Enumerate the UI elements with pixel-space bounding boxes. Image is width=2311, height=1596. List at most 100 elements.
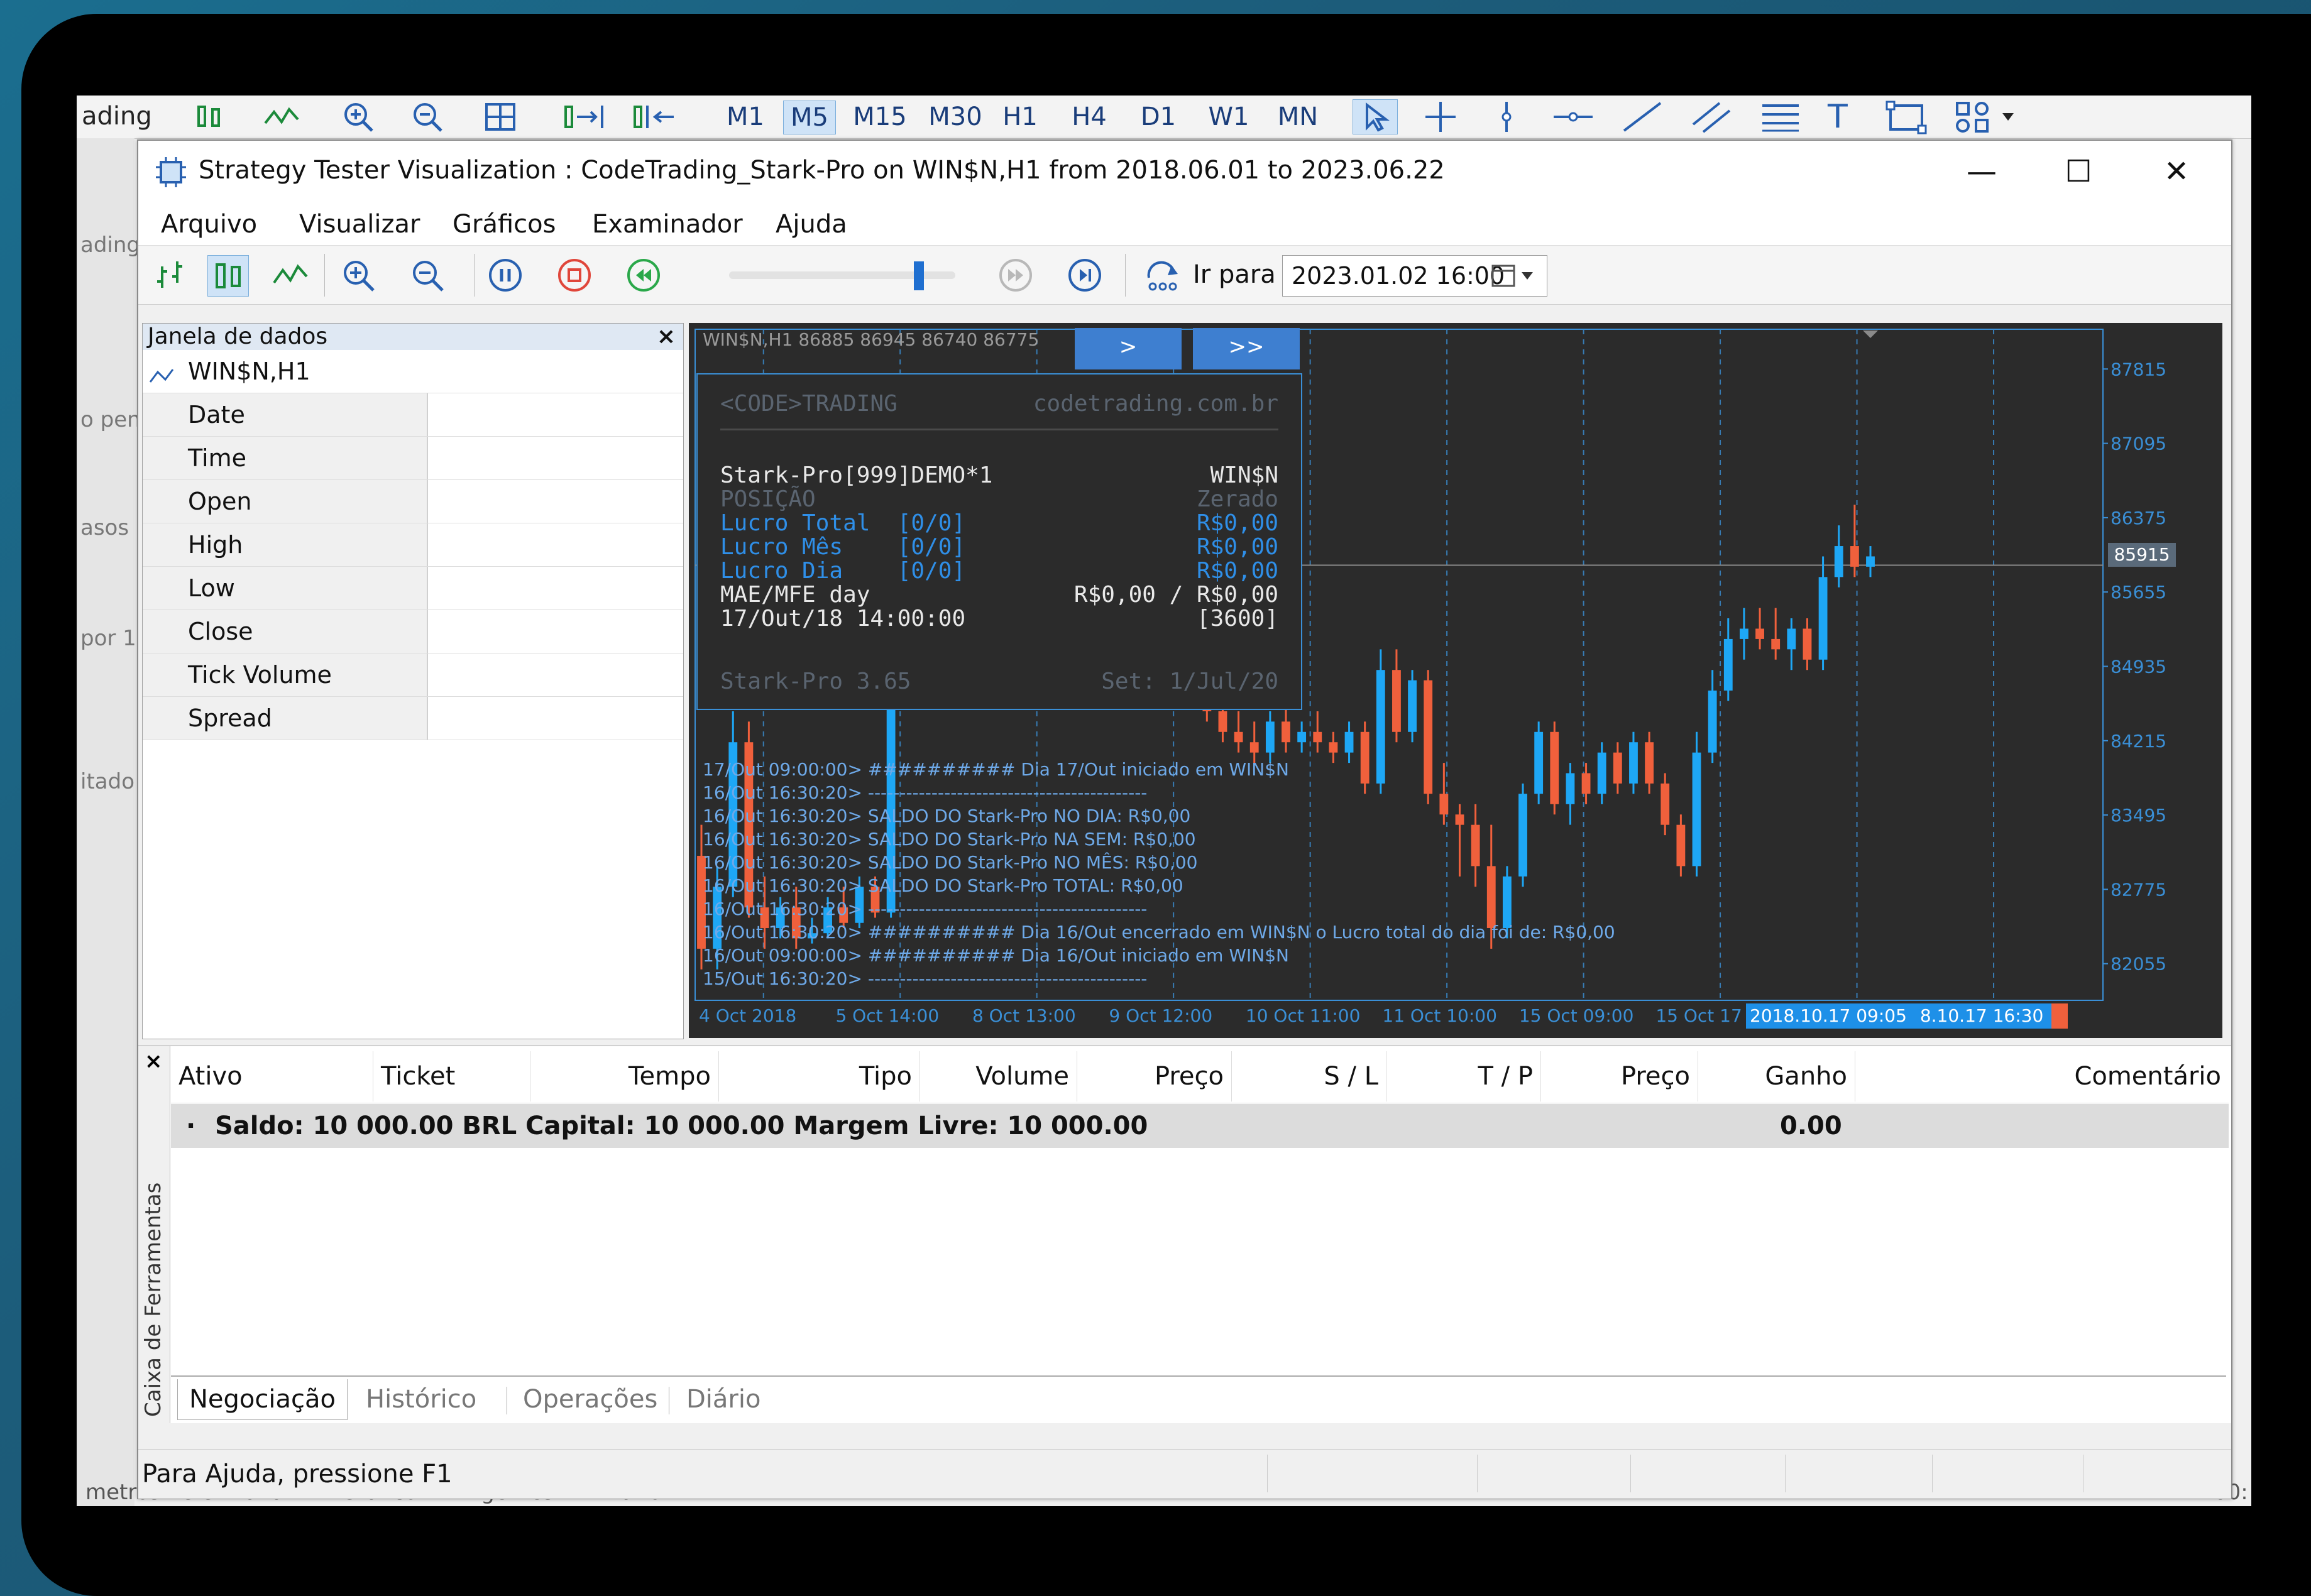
ea-panel-line-value: [3600]: [1196, 606, 1278, 631]
tab-historico[interactable]: Histórico: [366, 1379, 476, 1419]
tab-operacoes[interactable]: Operações: [523, 1379, 657, 1419]
ea-log-line: 15/Out 16:30:20> -----------------------…: [703, 968, 1148, 989]
data-window-title: Janela de dados: [148, 324, 328, 349]
data-window-close-button[interactable]: ×: [657, 324, 676, 350]
col-preco-atual[interactable]: Preço: [1541, 1051, 1698, 1101]
trendline-icon[interactable]: [1620, 99, 1664, 141]
menu-graficos[interactable]: Gráficos: [453, 210, 556, 239]
vertical-line-icon[interactable]: [1491, 99, 1522, 141]
data-window-row: Time: [143, 437, 683, 480]
calendar-dropdown-icon[interactable]: [1490, 263, 1540, 291]
horizontal-line-icon[interactable]: [1551, 99, 1595, 141]
grid-icon[interactable]: [483, 101, 518, 139]
candles-icon[interactable]: [207, 255, 249, 297]
menu-examinador[interactable]: Examinador: [592, 210, 743, 239]
maximize-button[interactable]: ☐: [2050, 150, 2107, 194]
candle-body: [1329, 742, 1338, 753]
date-tick-label: 4 Oct 2018: [699, 1005, 796, 1026]
step-forward-icon[interactable]: [1065, 255, 1105, 295]
col-sl[interactable]: S / L: [1232, 1051, 1386, 1101]
timeframe-mn[interactable]: MN: [1271, 101, 1325, 133]
rewind-icon[interactable]: [623, 255, 664, 295]
chart-next-button[interactable]: >: [1075, 328, 1182, 369]
col-tempo[interactable]: Tempo: [530, 1051, 719, 1101]
zoom-out-icon[interactable]: [407, 255, 447, 295]
timeframe-h4[interactable]: H4: [1067, 101, 1111, 133]
zoom-in-icon[interactable]: [341, 101, 376, 139]
status-text: Para Ajuda, pressione F1: [142, 1460, 453, 1489]
background-left-label: por 1: [80, 626, 136, 651]
minimize-button[interactable]: —: [1953, 150, 2010, 194]
speed-slider-thumb[interactable]: [914, 261, 925, 290]
ea-panel-line-label: MAE/MFE day: [720, 582, 870, 608]
timeframe-w1[interactable]: W1: [1205, 101, 1252, 133]
text-tool-icon[interactable]: T: [1828, 98, 1848, 136]
timeframe-m5[interactable]: M5: [783, 101, 836, 134]
candles-icon[interactable]: [194, 103, 225, 137]
crosshair-date-marker: [2051, 1003, 2068, 1029]
date-tick-label: 8 Oct 13:00: [972, 1005, 1076, 1026]
menu-visualizar[interactable]: Visualizar: [299, 210, 420, 239]
toolbar-separator: [474, 254, 475, 297]
crosshair-icon[interactable]: [1422, 99, 1459, 141]
ea-panel-line: 17/Out/18 14:00:00 [3600]: [720, 607, 1278, 631]
pause-icon[interactable]: [485, 255, 525, 295]
data-window-row-label: Open: [143, 480, 428, 523]
goto-date-field[interactable]: 2023.01.02 16:00: [1282, 255, 1547, 297]
window-titlebar[interactable]: Strategy Tester Visualization : CodeTrad…: [138, 141, 2231, 204]
ea-log-line: 16/Out 16:30:20> SALDO DO Stark-Pro TOTA…: [703, 875, 1183, 896]
close-button[interactable]: ✕: [2148, 150, 2205, 194]
line-chart-icon[interactable]: [263, 103, 300, 137]
menu-ajuda[interactable]: Ajuda: [776, 210, 847, 239]
col-tipo[interactable]: Tipo: [719, 1051, 920, 1101]
toolbox-close-button[interactable]: ×: [145, 1049, 163, 1074]
background-left-label: ading: [80, 232, 140, 258]
tab-negociacao[interactable]: Negociação: [177, 1379, 348, 1420]
toolbar-separator: [324, 254, 325, 297]
chart-shift-icon[interactable]: [630, 101, 680, 139]
zoom-out-icon[interactable]: [410, 101, 445, 139]
channel-icon[interactable]: [1689, 99, 1733, 141]
col-preco[interactable]: Preço: [1077, 1051, 1232, 1101]
status-divider: [1477, 1455, 1478, 1492]
toolbox-tabs: Negociação Histórico Operações Diário: [171, 1375, 2226, 1424]
fibonacci-icon[interactable]: [1759, 99, 1803, 141]
timeframe-d1[interactable]: D1: [1136, 101, 1180, 133]
chart-fast-next-button[interactable]: >>: [1193, 328, 1300, 369]
col-volume[interactable]: Volume: [920, 1051, 1077, 1101]
timeframe-m1[interactable]: M1: [720, 101, 771, 133]
tab-diario[interactable]: Diário: [686, 1379, 760, 1419]
data-window-row-label: Low: [143, 567, 428, 609]
balance-row[interactable]: · Saldo: 10 000.00 BRL Capital: 10 000.0…: [171, 1104, 2229, 1148]
stop-icon[interactable]: [554, 255, 595, 295]
col-comentario[interactable]: Comentário: [1855, 1051, 2229, 1101]
col-ativo[interactable]: Ativo: [171, 1051, 373, 1101]
ea-panel-line: POSIÇÃO Zerado: [720, 488, 1278, 511]
bar-chart-icon[interactable]: [151, 255, 191, 295]
menu-arquivo[interactable]: Arquivo: [161, 210, 257, 239]
cursor-tool-icon[interactable]: [1353, 99, 1398, 134]
timeframe-m15[interactable]: M15: [850, 101, 910, 133]
goto-icon[interactable]: [1141, 255, 1182, 295]
line-chart-icon[interactable]: [270, 255, 310, 295]
balance-text: Saldo: 10 000.00 BRL Capital: 10 000.00 …: [215, 1112, 1148, 1140]
price-tick-label: 82055: [2111, 954, 2166, 975]
autoscroll-icon[interactable]: [561, 101, 611, 139]
col-tp[interactable]: T / P: [1386, 1051, 1541, 1101]
ea-brand-left: <CODE>TRADING: [720, 391, 898, 417]
ea-panel-line-value: WIN$N: [1210, 462, 1278, 488]
timeframe-h1[interactable]: H1: [998, 101, 1042, 133]
zoom-in-icon[interactable]: [338, 255, 378, 295]
ea-panel-line-label: POSIÇÃO: [720, 486, 816, 512]
rectangle-tool-icon[interactable]: [1884, 99, 1928, 141]
price-chart[interactable]: 87815 87095 86375 85655 84935 84215 83495 82775…: [689, 323, 2222, 1038]
price-tick-label: 84215: [2111, 731, 2166, 752]
col-ticket[interactable]: Ticket: [373, 1051, 530, 1101]
data-window-row: High: [143, 523, 683, 567]
shapes-menu-icon[interactable]: [1953, 99, 2023, 141]
fast-forward-icon[interactable]: [996, 255, 1036, 295]
col-ganho[interactable]: Ganho: [1698, 1051, 1855, 1101]
data-window-row: Close: [143, 610, 683, 653]
ea-log-line: 16/Out 16:30:20> -----------------------…: [703, 782, 1148, 803]
timeframe-m30[interactable]: M30: [924, 101, 987, 133]
